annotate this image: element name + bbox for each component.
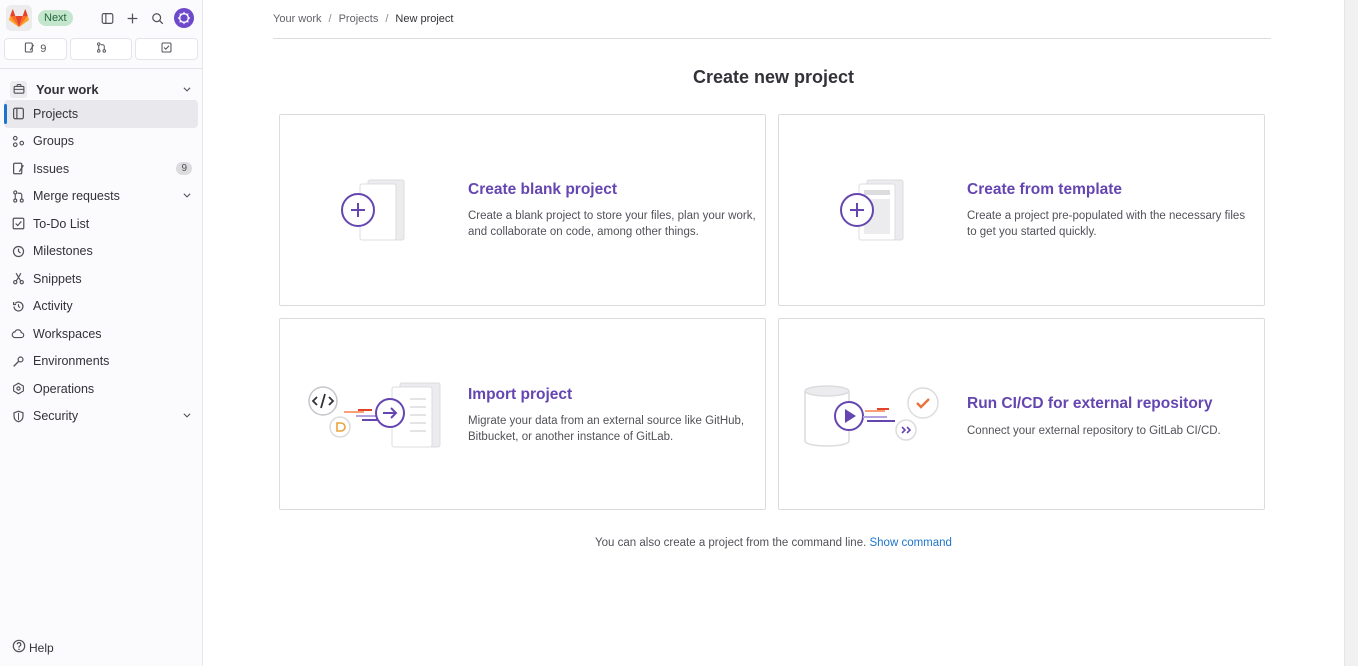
create-from-template-card[interactable]: Create from template Create a project pr… bbox=[778, 114, 1265, 306]
sidebar-item-label: Merge requests bbox=[33, 189, 120, 204]
environment-icon bbox=[10, 353, 26, 369]
context-label: Your work bbox=[36, 81, 99, 97]
sidebar-item-label: Snippets bbox=[33, 271, 82, 286]
breadcrumb-new-project[interactable]: New project bbox=[395, 13, 453, 25]
briefcase-icon bbox=[10, 80, 27, 98]
sidebar-item-label: Issues bbox=[33, 161, 70, 176]
run-cicd-card[interactable]: Run CI/CD for external repository Connec… bbox=[778, 318, 1265, 510]
merge-request-icon bbox=[96, 42, 107, 56]
todo-icon bbox=[10, 216, 26, 232]
question-icon bbox=[12, 639, 26, 656]
sidebar-item-projects[interactable]: Projects bbox=[4, 100, 198, 128]
card-title[interactable]: Create blank project bbox=[468, 181, 758, 199]
deployments-icon bbox=[10, 381, 26, 397]
page-title: Create new project bbox=[692, 67, 855, 87]
card-title[interactable]: Create from template bbox=[967, 181, 1257, 199]
sidebar-topbar: Next bbox=[0, 0, 202, 36]
gitlab-logo[interactable] bbox=[6, 5, 32, 31]
blank-project-illustration bbox=[341, 179, 405, 241]
sidebar-item-environments[interactable]: Environments bbox=[4, 348, 198, 376]
sidebar-item-label: Security bbox=[33, 409, 79, 424]
sidebar-item-groups[interactable]: Groups bbox=[4, 128, 198, 156]
issues-count: 9 bbox=[40, 43, 47, 55]
issues-counter[interactable]: 9 bbox=[4, 38, 67, 60]
sidebar-item-label: Milestones bbox=[33, 244, 93, 259]
show-command-link[interactable]: Show command bbox=[869, 537, 951, 549]
todo-counter[interactable] bbox=[135, 38, 199, 60]
breadcrumb-projects[interactable]: Projects bbox=[339, 13, 379, 25]
template-illustration bbox=[840, 179, 904, 241]
breadcrumb: Your work / Projects / New project bbox=[273, 13, 453, 25]
card-title[interactable]: Run CI/CD for external repository bbox=[967, 395, 1257, 413]
sidebar-item-label: Projects bbox=[33, 106, 79, 121]
next-badge[interactable]: Next bbox=[38, 10, 73, 26]
command-line-text: You can also create a project from the c… bbox=[595, 537, 867, 549]
sidebar-item-label: Environments bbox=[33, 354, 110, 369]
group-icon bbox=[10, 133, 26, 149]
breadcrumb-your-work[interactable]: Your work bbox=[273, 13, 322, 25]
history-icon bbox=[10, 298, 26, 314]
plus-icon[interactable] bbox=[124, 10, 140, 26]
card-description: Create a project pre-populated with the … bbox=[967, 210, 1246, 238]
import-project-card[interactable]: Import project Migrate your data from an… bbox=[279, 318, 766, 510]
card-description: Connect your external repository to GitL… bbox=[967, 425, 1221, 437]
command-line-hint: You can also create a project from the c… bbox=[203, 537, 1344, 549]
create-blank-project-card[interactable]: Create blank project Create a blank proj… bbox=[279, 114, 766, 306]
sidebar-nav: Projects Groups Issues 9 Merge requests bbox=[4, 100, 198, 430]
project-icon bbox=[10, 106, 26, 122]
page-scrollbar[interactable] bbox=[1344, 0, 1358, 666]
breadcrumb-divider bbox=[273, 38, 1271, 39]
sidebar-item-label: Groups bbox=[33, 134, 74, 149]
sidebar-item-milestones[interactable]: Milestones bbox=[4, 238, 198, 266]
search-icon[interactable] bbox=[149, 10, 165, 26]
sidebar-item-label: Workspaces bbox=[33, 326, 102, 341]
cloud-icon bbox=[10, 326, 26, 342]
card-description: Create a blank project to store your fil… bbox=[468, 210, 756, 238]
chevron-down-icon[interactable] bbox=[182, 409, 192, 423]
merge-requests-counter[interactable] bbox=[69, 38, 133, 60]
issues-count-badge: 9 bbox=[176, 162, 192, 176]
sidebar-item-todo-list[interactable]: To-Do List bbox=[4, 210, 198, 238]
import-illustration bbox=[308, 382, 441, 448]
tanuki-icon bbox=[9, 8, 29, 27]
breadcrumb-separator: / bbox=[385, 13, 389, 25]
main-content: Your work / Projects / New project Creat… bbox=[203, 0, 1344, 666]
card-title[interactable]: Import project bbox=[468, 386, 758, 404]
chevron-down-icon[interactable] bbox=[182, 189, 192, 203]
sidebar-item-merge-requests[interactable]: Merge requests bbox=[4, 183, 198, 211]
sidebar-item-label: Operations bbox=[33, 381, 95, 396]
sidebar-item-label: Activity bbox=[33, 299, 73, 314]
sidebar-item-snippets[interactable]: Snippets bbox=[4, 265, 198, 293]
sidebar-item-label: To-Do List bbox=[33, 216, 90, 231]
sidebar-item-operations[interactable]: Operations bbox=[4, 375, 198, 403]
merge-request-icon bbox=[10, 188, 26, 204]
shield-icon bbox=[10, 408, 26, 424]
sidebar: Next 9 Your work Projects Groups Issues … bbox=[0, 0, 203, 666]
sidebar-toggle-icon[interactable] bbox=[99, 10, 115, 26]
sidebar-item-issues[interactable]: Issues 9 bbox=[4, 155, 198, 183]
sidebar-separator bbox=[0, 68, 202, 69]
card-description: Migrate your data from an external sourc… bbox=[468, 415, 745, 443]
scissors-icon bbox=[10, 271, 26, 287]
chevron-down-icon bbox=[182, 82, 192, 97]
cicd-illustration bbox=[804, 385, 939, 447]
issues-icon bbox=[24, 42, 35, 56]
issues-icon bbox=[10, 161, 26, 177]
sidebar-item-workspaces[interactable]: Workspaces bbox=[4, 320, 198, 348]
user-avatar[interactable] bbox=[174, 8, 194, 28]
sidebar-item-security[interactable]: Security bbox=[4, 403, 198, 431]
help-label: Help bbox=[29, 640, 54, 655]
sidebar-counters: 9 bbox=[0, 36, 202, 63]
breadcrumb-separator: / bbox=[328, 13, 332, 25]
todo-icon bbox=[161, 42, 172, 56]
help-button[interactable]: Help bbox=[12, 639, 54, 656]
clock-icon bbox=[10, 243, 26, 259]
context-switcher[interactable]: Your work bbox=[4, 75, 198, 103]
sidebar-item-activity[interactable]: Activity bbox=[4, 293, 198, 321]
